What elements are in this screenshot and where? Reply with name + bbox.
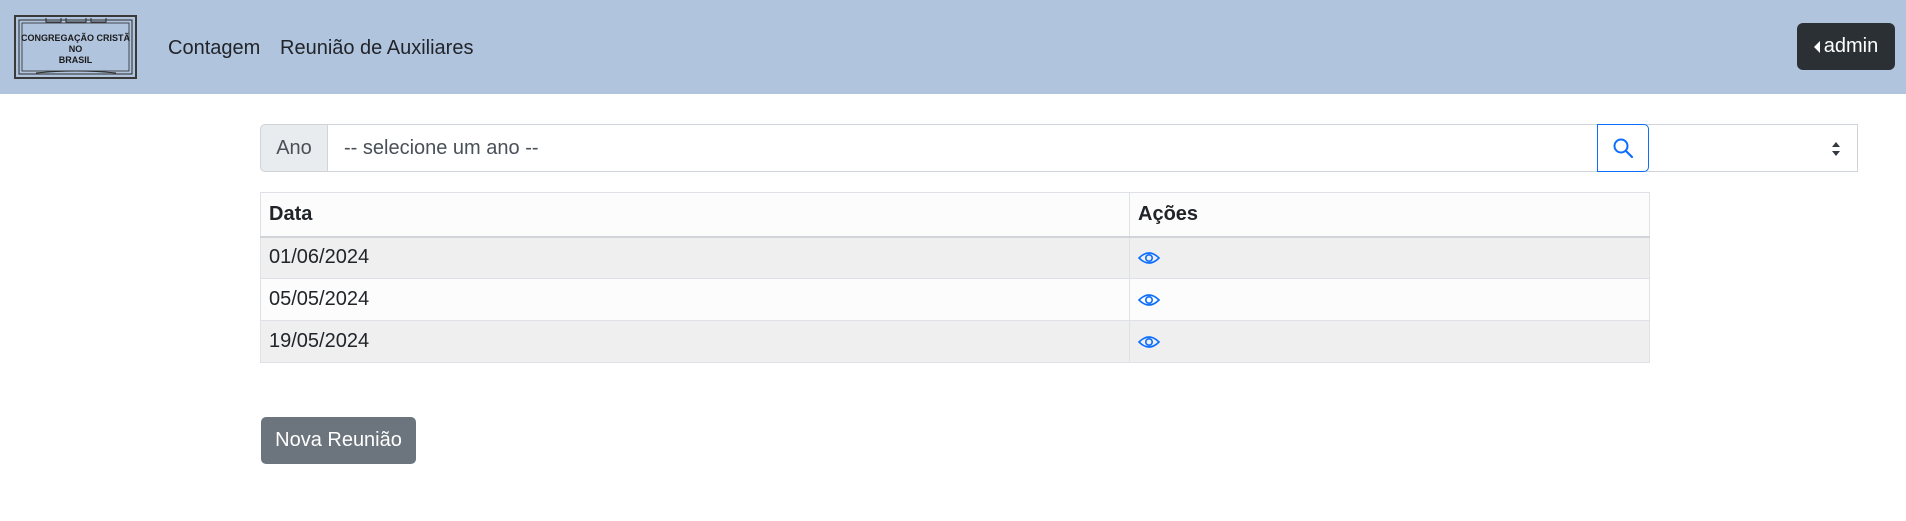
user-menu-label: admin xyxy=(1823,35,1879,57)
cell-date: 01/06/2024 xyxy=(260,236,1130,279)
view-eye-icon[interactable] xyxy=(1138,292,1160,308)
cell-actions xyxy=(1129,278,1650,321)
year-select-value: -- selecione um ano -- xyxy=(344,137,539,159)
view-eye-icon[interactable] xyxy=(1138,334,1160,350)
column-header-data: Data xyxy=(260,192,1130,238)
meetings-table: Data Ações 01/06/2024 05/05/2024 19/05/2… xyxy=(260,192,1650,363)
column-header-acoes: Ações xyxy=(1129,192,1650,238)
select-arrows-icon xyxy=(1832,142,1840,156)
search-button[interactable] xyxy=(1597,124,1649,172)
cell-date: 19/05/2024 xyxy=(260,320,1130,363)
table-header-row: Data Ações xyxy=(260,192,1650,238)
new-meeting-button[interactable]: Nova Reunião xyxy=(261,417,416,464)
year-filter-group: Ano -- selecione um ano -- xyxy=(260,124,1858,172)
view-eye-icon[interactable] xyxy=(1138,250,1160,266)
search-icon xyxy=(1613,138,1634,159)
user-menu-button[interactable]: admin xyxy=(1797,23,1895,70)
nav-link-reuniao-auxiliares[interactable]: Reunião de Auxiliares xyxy=(280,36,473,60)
cell-actions xyxy=(1129,236,1650,279)
logo-text: CONGREGAÇÃO CRISTÃ NO BRASIL xyxy=(20,33,130,65)
table-row: 19/05/2024 xyxy=(260,320,1650,363)
cell-date: 05/05/2024 xyxy=(260,278,1130,321)
table-row: 05/05/2024 xyxy=(260,278,1650,321)
brand-logo[interactable]: CONGREGAÇÃO CRISTÃ NO BRASIL xyxy=(14,15,137,79)
table-row: 01/06/2024 xyxy=(260,236,1650,279)
cell-actions xyxy=(1129,320,1650,363)
navbar: CONGREGAÇÃO CRISTÃ NO BRASIL Contagem Re… xyxy=(0,0,1906,94)
caret-left-icon xyxy=(1813,40,1820,53)
year-addon-label: Ano xyxy=(260,124,328,172)
nav-link-contagem[interactable]: Contagem xyxy=(168,36,260,60)
